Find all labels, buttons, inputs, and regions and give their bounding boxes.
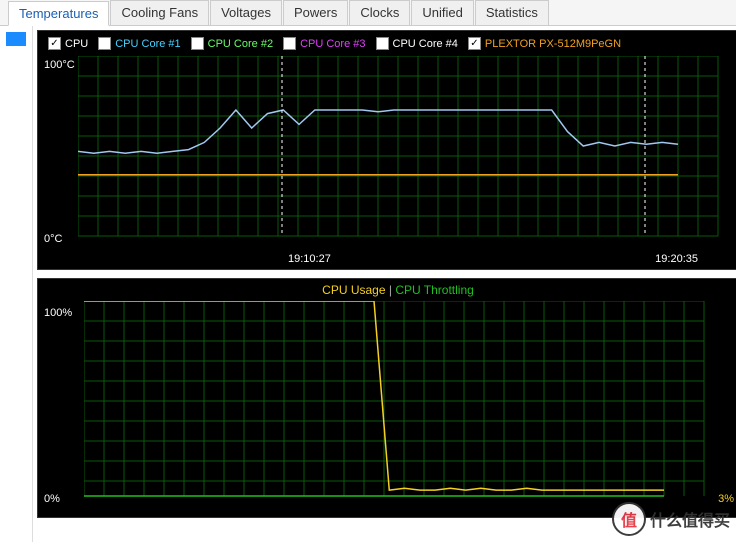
checkbox-icon[interactable] [283, 37, 296, 50]
usage-chart: CPU Usage | CPU Throttling 100% 0% 3% 0% [37, 278, 736, 518]
legend-item-cpu-core-1[interactable]: CPU Core #1 [98, 37, 180, 50]
legend-item-cpu-core-3[interactable]: CPU Core #3 [283, 37, 365, 50]
tab-bar: TemperaturesCooling FansVoltagesPowersCl… [0, 0, 736, 26]
usage-y-max: 100% [44, 307, 72, 319]
legend-item-plextor-px-512m9pegn[interactable]: ✓ PLEXTOR PX-512M9PeGN [468, 37, 621, 50]
sidebar [0, 26, 33, 542]
legend-item-cpu-core-2[interactable]: CPU Core #2 [191, 37, 273, 50]
checkbox-icon[interactable]: ✓ [468, 37, 481, 50]
checkbox-icon[interactable] [191, 37, 204, 50]
tab-powers[interactable]: Powers [283, 0, 348, 25]
temperature-legend: ✓ CPU CPU Core #1 CPU Core #2 CPU Core #3 CPU… [38, 31, 736, 56]
checkbox-icon[interactable]: ✓ [48, 37, 61, 50]
usage-legend: CPU Usage | CPU Throttling [38, 279, 736, 301]
tab-unified[interactable]: Unified [411, 0, 473, 25]
x-axis-end: 19:20:35 [655, 253, 698, 265]
temperature-plot [78, 56, 736, 246]
y-axis-min: 0°C [44, 233, 62, 245]
legend-label: PLEXTOR PX-512M9PeGN [485, 38, 621, 50]
tab-clocks[interactable]: Clocks [349, 0, 410, 25]
watermark-text: 什么值得买 [650, 507, 730, 531]
legend-item-cpu-core-4[interactable]: CPU Core #4 [376, 37, 458, 50]
tab-temperatures[interactable]: Temperatures [8, 1, 109, 26]
watermark-icon: 值 [612, 502, 646, 536]
legend-label: CPU Core #4 [393, 38, 458, 50]
tab-cooling-fans[interactable]: Cooling Fans [110, 0, 209, 25]
temperature-chart: ✓ CPU CPU Core #1 CPU Core #2 CPU Core #3 CPU… [37, 30, 736, 270]
watermark: 值 什么值得买 [612, 502, 730, 536]
usage-plot [84, 301, 724, 501]
sidebar-indicator [6, 32, 26, 46]
usage-y-min: 0% [44, 493, 60, 505]
chart-panels: ✓ CPU CPU Core #1 CPU Core #2 CPU Core #3 CPU… [33, 26, 736, 542]
legend-cpu-usage: CPU Usage [322, 283, 385, 297]
legend-label: CPU Core #1 [115, 38, 180, 50]
legend-label: CPU Core #3 [300, 38, 365, 50]
legend-label: CPU Core #2 [208, 38, 273, 50]
tab-voltages[interactable]: Voltages [210, 0, 282, 25]
tab-statistics[interactable]: Statistics [475, 0, 549, 25]
checkbox-icon[interactable] [98, 37, 111, 50]
content-area: ✓ CPU CPU Core #1 CPU Core #2 CPU Core #3 CPU… [0, 26, 736, 542]
y-axis-max: 100°C [44, 59, 75, 71]
legend-item-cpu[interactable]: ✓ CPU [48, 37, 88, 50]
legend-cpu-throttling: CPU Throttling [395, 283, 473, 297]
checkbox-icon[interactable] [376, 37, 389, 50]
legend-label: CPU [65, 38, 88, 50]
x-axis-start: 19:10:27 [288, 253, 331, 265]
